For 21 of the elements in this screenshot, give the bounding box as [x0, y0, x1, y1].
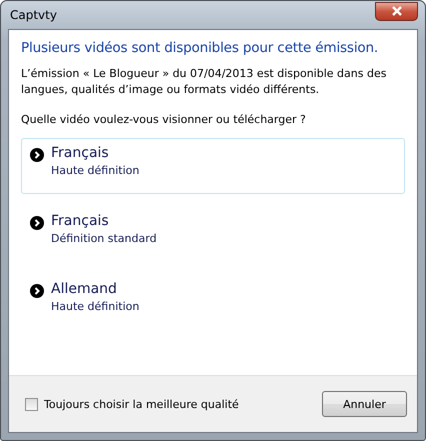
option-subtitle: Haute définition: [51, 164, 140, 177]
checkbox[interactable]: [25, 398, 38, 410]
window-title: Captvty: [9, 8, 57, 22]
chevron-icon: [30, 284, 44, 298]
cancel-button[interactable]: Annuler: [322, 391, 407, 417]
video-option[interactable]: Français Haute définition: [21, 138, 405, 194]
option-title: Français: [51, 145, 110, 161]
checkbox-label: Toujours choisir la meilleure qualité: [44, 398, 239, 410]
close-icon: [390, 6, 402, 16]
chevron-icon: [30, 216, 44, 230]
dialog-heading: Plusieurs vidéos sont disponibles pour cette émission.: [21, 40, 380, 56]
video-option[interactable]: Allemand Haute définition: [21, 274, 405, 330]
close-button[interactable]: [375, 2, 418, 20]
question-text: Quelle vidéo voulez-vous visionner ou télécharger ?: [21, 112, 307, 128]
option-title: Allemand: [51, 281, 118, 297]
option-title: Français: [51, 213, 110, 229]
chevron-icon: [30, 148, 44, 162]
option-subtitle: Définition standard: [51, 232, 157, 245]
video-option[interactable]: Français Définition standard: [21, 206, 405, 262]
description-text: L’émission « Le Blogueur » du 07/04/2013 est disponible dans des langues, qualités d’image ou formats vidéo différents.: [21, 66, 388, 98]
option-subtitle: Haute définition: [51, 300, 140, 313]
